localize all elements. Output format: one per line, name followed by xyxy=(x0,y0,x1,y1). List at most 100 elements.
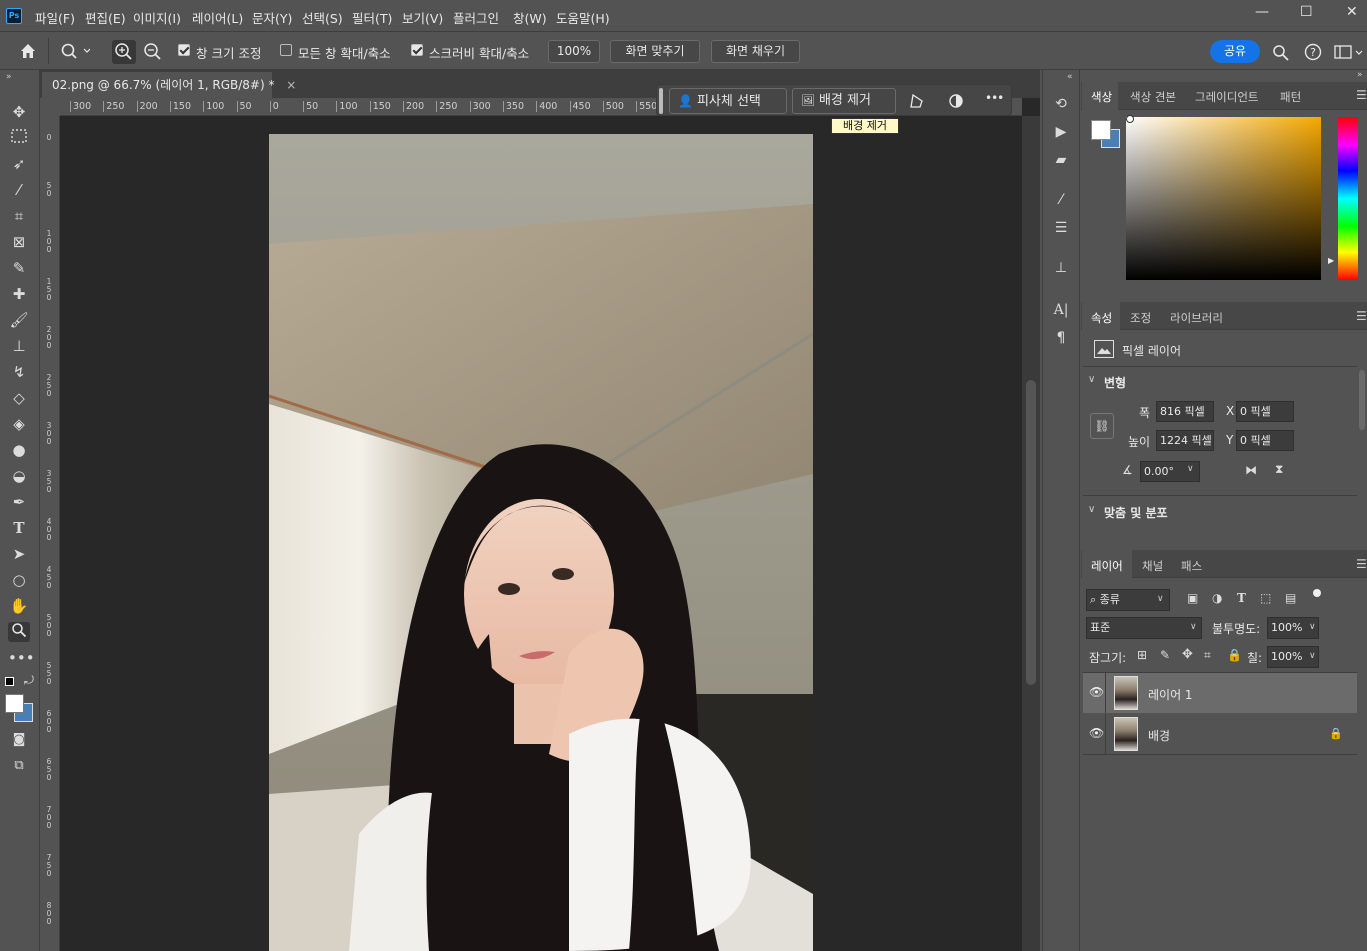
search-icon[interactable] xyxy=(1272,44,1290,62)
chevron-down-icon[interactable]: ∨ xyxy=(1309,651,1316,661)
filter-type-icon[interactable]: T xyxy=(1237,591,1246,605)
brush-tool-icon[interactable]: 🖌 xyxy=(8,310,30,330)
zoom-tool-icon[interactable] xyxy=(8,622,30,642)
zoom-out-icon[interactable] xyxy=(141,40,165,64)
hue-slider[interactable] xyxy=(1338,117,1358,280)
crop-tool-icon[interactable]: ⌗ xyxy=(8,206,30,226)
screen-mode-icon[interactable]: ⧉ xyxy=(8,756,30,776)
brush-settings-icon[interactable]: ⁄ xyxy=(1050,192,1072,212)
height-field[interactable]: 1224 픽셀 xyxy=(1156,430,1214,451)
y-field[interactable]: 0 픽셀 xyxy=(1236,430,1294,451)
color-picker-field[interactable] xyxy=(1126,117,1321,280)
tab-channels[interactable]: 채널 xyxy=(1142,558,1163,574)
filter-pixel-icon[interactable]: ▣ xyxy=(1187,591,1198,605)
remove-background-button[interactable]: 🖼 배경 제거 xyxy=(792,88,896,114)
eyedropper-icon[interactable]: ✎ xyxy=(8,258,30,278)
link-dimensions-icon[interactable]: ⛓ xyxy=(1090,413,1114,439)
type-tool-icon[interactable]: T xyxy=(8,518,30,538)
zoom-in-icon[interactable] xyxy=(112,40,136,64)
history-brush-icon[interactable]: ↯ xyxy=(8,362,30,382)
filter-shape-icon[interactable]: ⬚ xyxy=(1260,591,1271,605)
chevron-down-icon[interactable]: ∨ xyxy=(1309,622,1316,632)
paragraph-panel-icon[interactable]: ¶ xyxy=(1050,330,1072,350)
menu-view[interactable]: 보기(V) xyxy=(402,8,443,27)
clone-stamp-icon[interactable]: ⊥ xyxy=(8,336,30,356)
menu-image[interactable]: 이미지(I) xyxy=(133,8,181,27)
layer-thumbnail[interactable] xyxy=(1114,717,1138,751)
layer-name[interactable]: 레이어 1 xyxy=(1148,686,1193,703)
close-window-button[interactable]: ✕ xyxy=(1346,4,1358,20)
select-subject-button[interactable]: 👤 피사체 선택 xyxy=(669,88,787,114)
filter-adjustment-icon[interactable]: ◑ xyxy=(1212,591,1222,605)
clone-source-icon[interactable]: ⊥ xyxy=(1050,260,1072,280)
swap-colors-icon[interactable]: ⤾ xyxy=(24,673,34,688)
panel-foreground-swatch[interactable] xyxy=(1091,120,1111,140)
lock-all-icon[interactable]: 🔒 xyxy=(1227,648,1242,662)
layer-thumbnail[interactable] xyxy=(1114,676,1138,710)
fill-screen-button[interactable]: 화면 채우기 xyxy=(711,40,800,63)
tab-libraries[interactable]: 라이브러리 xyxy=(1170,310,1223,326)
chevron-down-icon[interactable]: ∨ xyxy=(1088,374,1095,385)
visibility-eye-icon[interactable]: 👁 xyxy=(1089,726,1104,740)
layers-panel-menu-icon[interactable]: ☰ xyxy=(1356,557,1367,571)
adjustment-icon[interactable] xyxy=(947,92,965,110)
layer-row-background[interactable]: 👁 배경 🔒 xyxy=(1083,714,1357,754)
collapse-strip-icon[interactable]: « xyxy=(1067,72,1073,82)
home-icon[interactable] xyxy=(18,41,38,61)
align-section-title[interactable]: 맞춤 및 분포 xyxy=(1104,504,1168,521)
properties-panel-menu-icon[interactable]: ☰ xyxy=(1356,309,1367,323)
fit-screen-button[interactable]: 화면 맞추기 xyxy=(610,40,700,63)
menu-filter[interactable]: 필터(T) xyxy=(352,8,392,27)
vertical-scrollbar-thumb[interactable] xyxy=(1026,380,1036,685)
dodge-tool-icon[interactable]: ◒ xyxy=(8,466,30,486)
magic-wand-icon[interactable]: ⁄ xyxy=(8,180,30,200)
tab-layers[interactable]: 레이어 xyxy=(1091,558,1123,574)
chevron-down-icon[interactable]: ∨ xyxy=(1088,504,1095,515)
collapse-panels-icon[interactable]: » xyxy=(1357,70,1363,80)
frame-tool-icon[interactable]: ⊠ xyxy=(8,232,30,252)
paint-bucket-icon[interactable]: ◈ xyxy=(8,414,30,434)
healing-brush-icon[interactable]: ✚ xyxy=(8,284,30,304)
minimize-button[interactable]: — xyxy=(1255,4,1269,20)
tab-patterns[interactable]: 패턴 xyxy=(1280,89,1301,105)
comments-panel-icon[interactable]: ▰ xyxy=(1050,152,1072,172)
foreground-color-swatch[interactable] xyxy=(5,694,24,713)
menu-type[interactable]: 문자(Y) xyxy=(252,8,292,27)
angle-dropdown-icon[interactable]: ∨ xyxy=(1187,464,1194,474)
close-tab-icon[interactable]: × xyxy=(286,78,296,92)
color-panel-menu-icon[interactable]: ☰ xyxy=(1356,88,1367,102)
lock-pixels-icon[interactable]: ✎ xyxy=(1160,648,1170,662)
drag-handle[interactable] xyxy=(659,88,663,114)
resize-windows-checkbox[interactable] xyxy=(178,44,190,56)
transform-section-title[interactable]: 변형 xyxy=(1104,374,1126,391)
filter-toggle-icon[interactable] xyxy=(1313,589,1321,597)
menu-edit[interactable]: 편집(E) xyxy=(85,8,126,27)
width-field[interactable]: 816 픽셀 xyxy=(1156,401,1214,422)
document-tab[interactable]: 02.png @ 66.7% (레이어 1, RGB/8#) * × xyxy=(42,72,296,98)
tab-paths[interactable]: 패스 xyxy=(1181,558,1202,574)
visibility-eye-icon[interactable]: 👁 xyxy=(1089,685,1104,699)
tab-color[interactable]: 색상 xyxy=(1091,89,1112,105)
lock-position-icon[interactable]: ✥ xyxy=(1182,647,1193,662)
flip-horizontal-icon[interactable]: ⧓ xyxy=(1245,463,1257,477)
lock-transparency-icon[interactable]: ⊞ xyxy=(1137,648,1147,662)
lock-artboard-icon[interactable]: ⌗ xyxy=(1204,648,1211,663)
layer-name[interactable]: 배경 xyxy=(1148,727,1170,744)
properties-scrollbar-thumb[interactable] xyxy=(1359,370,1365,430)
menu-select[interactable]: 선택(S) xyxy=(302,8,343,27)
zoom-tool-preset-icon[interactable] xyxy=(60,42,91,62)
marquee-tool-icon[interactable] xyxy=(8,128,30,148)
eraser-tool-icon[interactable]: ◇ xyxy=(8,388,30,408)
hand-tool-icon[interactable]: ✋ xyxy=(8,596,30,616)
ellipse-tool-icon[interactable]: ○ xyxy=(8,570,30,590)
filter-smart-object-icon[interactable]: ▤ xyxy=(1285,591,1296,605)
menu-plugins[interactable]: 플러그인 xyxy=(453,8,499,27)
lasso-tool-icon[interactable]: ➶ xyxy=(8,154,30,174)
tab-properties[interactable]: 속성 xyxy=(1091,310,1112,326)
layer-row-layer-1[interactable]: 👁 레이어 1 xyxy=(1083,673,1357,713)
menu-layer[interactable]: 레이어(L) xyxy=(192,8,243,27)
color-picker-cursor[interactable] xyxy=(1126,115,1134,123)
tab-gradients[interactable]: 그레이디언트 xyxy=(1195,89,1258,105)
move-tool-icon[interactable]: ✥ xyxy=(8,102,30,122)
more-tools-icon[interactable]: ••• xyxy=(8,648,35,668)
